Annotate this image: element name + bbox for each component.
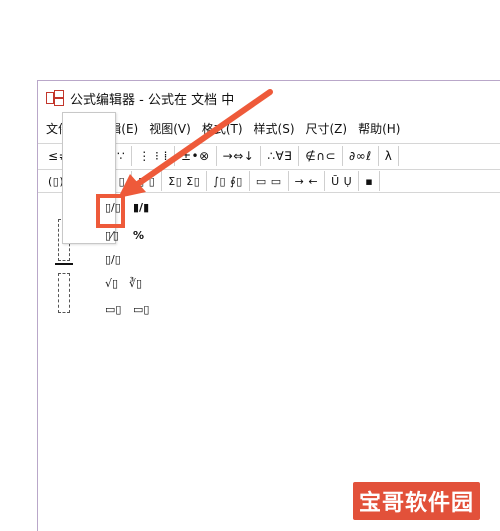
pointer-arrow-icon: [118, 89, 273, 198]
watermark-logo: 宝哥软件园: [353, 482, 481, 520]
